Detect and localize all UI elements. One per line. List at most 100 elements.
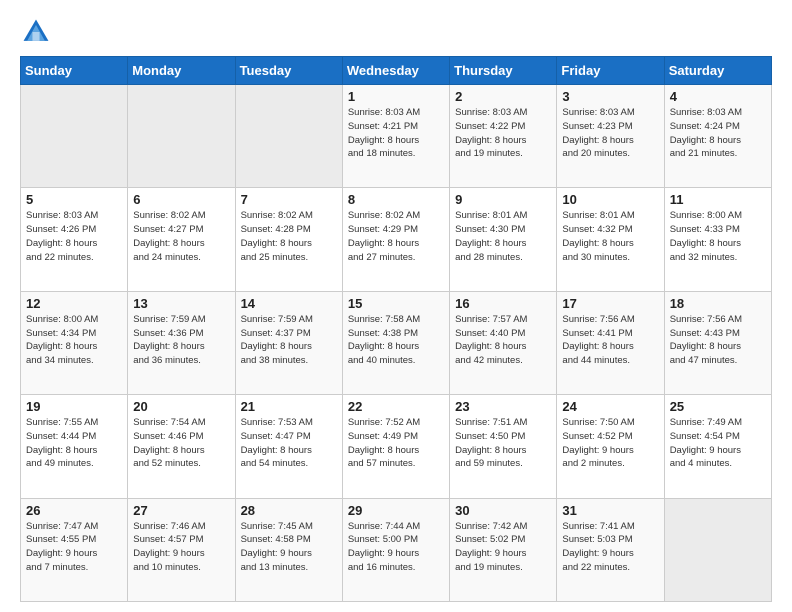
day-number: 25 — [670, 399, 766, 414]
day-info: Sunrise: 8:03 AM Sunset: 4:21 PM Dayligh… — [348, 106, 444, 161]
weekday-header-thursday: Thursday — [450, 57, 557, 85]
day-info: Sunrise: 8:02 AM Sunset: 4:29 PM Dayligh… — [348, 209, 444, 264]
day-number: 4 — [670, 89, 766, 104]
day-number: 11 — [670, 192, 766, 207]
day-number: 12 — [26, 296, 122, 311]
day-number: 21 — [241, 399, 337, 414]
day-number: 13 — [133, 296, 229, 311]
weekday-header-monday: Monday — [128, 57, 235, 85]
week-row-3: 19 Sunrise: 7:55 AM Sunset: 4:44 PM Dayli… — [21, 395, 772, 498]
calendar-cell: 8 Sunrise: 8:02 AM Sunset: 4:29 PM Daylig… — [342, 188, 449, 291]
calendar-cell: 15Sunrise: 7:58 AM Sunset: 4:38 PM Dayli… — [342, 291, 449, 394]
day-info: Sunrise: 7:50 AM Sunset: 4:52 PM Dayligh… — [562, 416, 658, 471]
day-number: 19 — [26, 399, 122, 414]
logo-icon — [20, 16, 52, 48]
day-info: Sunrise: 7:51 AM Sunset: 4:50 PM Dayligh… — [455, 416, 551, 471]
calendar-cell: 22Sunrise: 7:52 AM Sunset: 4:49 PM Dayli… — [342, 395, 449, 498]
calendar-table: SundayMondayTuesdayWednesdayThursdayFrid… — [20, 56, 772, 602]
day-number: 27 — [133, 503, 229, 518]
day-info: Sunrise: 8:02 AM Sunset: 4:27 PM Dayligh… — [133, 209, 229, 264]
calendar-cell: 9Sunrise: 8:01 AM Sunset: 4:30 PM Daylig… — [450, 188, 557, 291]
day-info: Sunrise: 8:00 AM Sunset: 4:33 PM Dayligh… — [670, 209, 766, 264]
calendar-cell: 31 Sunrise: 7:41 AM Sunset: 5:03 PM Dayli… — [557, 498, 664, 601]
weekday-header-wednesday: Wednesday — [342, 57, 449, 85]
calendar-cell: 1 Sunrise: 8:03 AM Sunset: 4:21 PM Daylig… — [342, 85, 449, 188]
day-number: 1 — [348, 89, 444, 104]
weekday-row: SundayMondayTuesdayWednesdayThursdayFrid… — [21, 57, 772, 85]
calendar-cell — [235, 85, 342, 188]
day-number: 17 — [562, 296, 658, 311]
calendar-cell: 21 Sunrise: 7:53 AM Sunset: 4:47 PM Dayli… — [235, 395, 342, 498]
day-number: 31 — [562, 503, 658, 518]
day-number: 7 — [241, 192, 337, 207]
day-number: 8 — [348, 192, 444, 207]
day-info: Sunrise: 7:56 AM Sunset: 4:43 PM Dayligh… — [670, 313, 766, 368]
calendar-cell: 7 Sunrise: 8:02 AM Sunset: 4:28 PM Daylig… — [235, 188, 342, 291]
calendar-cell: 6 Sunrise: 8:02 AM Sunset: 4:27 PM Daylig… — [128, 188, 235, 291]
day-info: Sunrise: 7:56 AM Sunset: 4:41 PM Dayligh… — [562, 313, 658, 368]
day-info: Sunrise: 7:53 AM Sunset: 4:47 PM Dayligh… — [241, 416, 337, 471]
calendar-cell — [21, 85, 128, 188]
day-info: Sunrise: 7:55 AM Sunset: 4:44 PM Dayligh… — [26, 416, 122, 471]
calendar-cell: 29 Sunrise: 7:44 AM Sunset: 5:00 PM Dayli… — [342, 498, 449, 601]
day-info: Sunrise: 7:41 AM Sunset: 5:03 PM Dayligh… — [562, 520, 658, 575]
calendar-cell: 19 Sunrise: 7:55 AM Sunset: 4:44 PM Dayli… — [21, 395, 128, 498]
day-info: Sunrise: 7:54 AM Sunset: 4:46 PM Dayligh… — [133, 416, 229, 471]
day-number: 24 — [562, 399, 658, 414]
weekday-header-saturday: Saturday — [664, 57, 771, 85]
calendar-cell: 5 Sunrise: 8:03 AM Sunset: 4:26 PM Daylig… — [21, 188, 128, 291]
day-info: Sunrise: 7:49 AM Sunset: 4:54 PM Dayligh… — [670, 416, 766, 471]
calendar-cell: 13 Sunrise: 7:59 AM Sunset: 4:36 PM Dayli… — [128, 291, 235, 394]
day-info: Sunrise: 8:03 AM Sunset: 4:26 PM Dayligh… — [26, 209, 122, 264]
day-number: 26 — [26, 503, 122, 518]
day-info: Sunrise: 7:46 AM Sunset: 4:57 PM Dayligh… — [133, 520, 229, 575]
calendar-cell: 16 Sunrise: 7:57 AM Sunset: 4:40 PM Dayli… — [450, 291, 557, 394]
page: SundayMondayTuesdayWednesdayThursdayFrid… — [0, 0, 792, 612]
calendar-cell: 26Sunrise: 7:47 AM Sunset: 4:55 PM Dayli… — [21, 498, 128, 601]
weekday-header-sunday: Sunday — [21, 57, 128, 85]
day-info: Sunrise: 8:02 AM Sunset: 4:28 PM Dayligh… — [241, 209, 337, 264]
calendar-cell: 27 Sunrise: 7:46 AM Sunset: 4:57 PM Dayli… — [128, 498, 235, 601]
calendar-cell: 30Sunrise: 7:42 AM Sunset: 5:02 PM Dayli… — [450, 498, 557, 601]
day-info: Sunrise: 7:44 AM Sunset: 5:00 PM Dayligh… — [348, 520, 444, 575]
week-row-1: 5 Sunrise: 8:03 AM Sunset: 4:26 PM Daylig… — [21, 188, 772, 291]
calendar-cell: 20 Sunrise: 7:54 AM Sunset: 4:46 PM Dayli… — [128, 395, 235, 498]
day-number: 28 — [241, 503, 337, 518]
calendar-body: 1 Sunrise: 8:03 AM Sunset: 4:21 PM Daylig… — [21, 85, 772, 602]
day-info: Sunrise: 8:01 AM Sunset: 4:32 PM Dayligh… — [562, 209, 658, 264]
weekday-header-tuesday: Tuesday — [235, 57, 342, 85]
calendar-cell: 11 Sunrise: 8:00 AM Sunset: 4:33 PM Dayli… — [664, 188, 771, 291]
day-info: Sunrise: 8:03 AM Sunset: 4:22 PM Dayligh… — [455, 106, 551, 161]
day-info: Sunrise: 7:57 AM Sunset: 4:40 PM Dayligh… — [455, 313, 551, 368]
calendar-cell: 25 Sunrise: 7:49 AM Sunset: 4:54 PM Dayli… — [664, 395, 771, 498]
day-number: 10 — [562, 192, 658, 207]
day-number: 3 — [562, 89, 658, 104]
day-info: Sunrise: 7:42 AM Sunset: 5:02 PM Dayligh… — [455, 520, 551, 575]
week-row-4: 26Sunrise: 7:47 AM Sunset: 4:55 PM Dayli… — [21, 498, 772, 601]
day-number: 2 — [455, 89, 551, 104]
day-info: Sunrise: 8:03 AM Sunset: 4:24 PM Dayligh… — [670, 106, 766, 161]
day-number: 29 — [348, 503, 444, 518]
calendar-cell — [664, 498, 771, 601]
day-number: 14 — [241, 296, 337, 311]
calendar-cell: 12Sunrise: 8:00 AM Sunset: 4:34 PM Dayli… — [21, 291, 128, 394]
day-info: Sunrise: 7:45 AM Sunset: 4:58 PM Dayligh… — [241, 520, 337, 575]
day-number: 20 — [133, 399, 229, 414]
calendar-cell — [128, 85, 235, 188]
header — [20, 16, 772, 48]
day-number: 23 — [455, 399, 551, 414]
calendar-cell: 17 Sunrise: 7:56 AM Sunset: 4:41 PM Dayli… — [557, 291, 664, 394]
day-number: 9 — [455, 192, 551, 207]
calendar-cell: 18Sunrise: 7:56 AM Sunset: 4:43 PM Dayli… — [664, 291, 771, 394]
calendar-cell: 14Sunrise: 7:59 AM Sunset: 4:37 PM Dayli… — [235, 291, 342, 394]
week-row-0: 1 Sunrise: 8:03 AM Sunset: 4:21 PM Daylig… — [21, 85, 772, 188]
day-number: 6 — [133, 192, 229, 207]
logo — [20, 16, 56, 48]
day-info: Sunrise: 7:59 AM Sunset: 4:36 PM Dayligh… — [133, 313, 229, 368]
day-number: 5 — [26, 192, 122, 207]
calendar-cell: 23 Sunrise: 7:51 AM Sunset: 4:50 PM Dayli… — [450, 395, 557, 498]
calendar-cell: 24 Sunrise: 7:50 AM Sunset: 4:52 PM Dayli… — [557, 395, 664, 498]
week-row-2: 12Sunrise: 8:00 AM Sunset: 4:34 PM Dayli… — [21, 291, 772, 394]
calendar-cell: 3Sunrise: 8:03 AM Sunset: 4:23 PM Daylig… — [557, 85, 664, 188]
day-number: 16 — [455, 296, 551, 311]
